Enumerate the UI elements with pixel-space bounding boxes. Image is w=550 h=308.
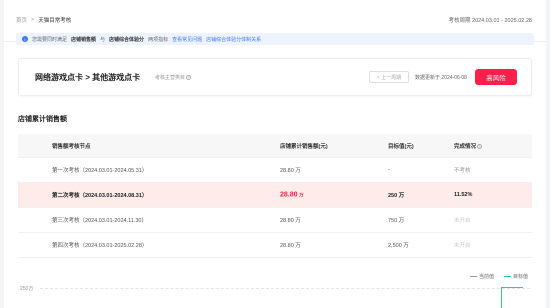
row-node: 第三次考核（2024.03.01-2024.11.30） <box>52 218 147 224</box>
table-row: 第一次考核（2024.03.01-2024.05.31） 28.80 万 - 不… <box>18 158 532 183</box>
legend-target-line <box>503 276 511 278</box>
table-header: 销售额考核节点 店铺累计销售额(元) 目标值(元) 完成情况? <box>18 134 532 158</box>
row-node: 第一次考核（2024.03.01-2024.05.31） <box>52 168 148 174</box>
help-icon[interactable]: ? <box>186 75 192 81</box>
previous-period-button[interactable]: < 上一周期 <box>369 71 409 83</box>
legend-current-line <box>469 276 477 278</box>
page: 首页 > 天猫目常考核 考核周期 2024.03.01 - 2025.02.28… <box>4 0 546 308</box>
faq-link[interactable]: 查看常见问题 <box>172 36 202 43</box>
data-updated-text: 数据更新于 2024-06-08 <box>415 75 467 81</box>
breadcrumb-separator: > <box>31 17 35 23</box>
category-card: 网络游戏点卡 > 其他游戏点卡 考核主营类目? < 上一周期 数据更新于 202… <box>18 58 532 96</box>
legend-target-label: 目标值 <box>512 274 528 280</box>
table-row: 第四次考核（2024.03.01-2025.02.28） 28.80 万 2,5… <box>18 233 532 258</box>
row-sales-unit: 万 <box>299 192 304 198</box>
row-target: 2,500 万 <box>388 243 409 249</box>
risk-level-badge: 高风险 <box>475 69 517 85</box>
breadcrumb-home[interactable]: 首页 <box>16 16 27 24</box>
help-icon[interactable]: ? <box>477 143 483 149</box>
row-sales-value: 28.80 <box>280 191 298 199</box>
notice-requirement-sales: 店铺销售额 <box>71 36 97 43</box>
row-target: - <box>388 167 390 173</box>
assessment-period: 考核周期 2024.03.01 - 2025.02.28 <box>448 18 532 24</box>
table-row: 第三次考核（2024.03.01-2024.11.30） 28.80 万 750… <box>18 208 532 233</box>
table-row-highlight: 第二次考核（2024.03.01-2024.08.31） 28.80 万 250… <box>18 183 532 208</box>
header-sales: 店铺累计销售额(元) <box>280 143 328 150</box>
chart-target-line <box>501 287 523 308</box>
breadcrumb: 首页 > 天猫目常考核 <box>16 16 71 24</box>
header-status: 完成情况? <box>454 142 483 150</box>
row-sales: 28.80 万 <box>280 218 301 224</box>
info-icon: i <box>22 36 28 42</box>
row-target: 250 万 <box>388 193 405 199</box>
row-status: 11.52% <box>454 192 473 198</box>
notice-requirement-score: 店铺综合体验分 <box>109 36 145 43</box>
row-sales: 28.80 万 <box>280 168 301 174</box>
notice-tail: 两项指标 <box>148 36 169 43</box>
row-status: 未开启 <box>454 218 471 224</box>
header-status-text: 完成情况 <box>454 143 477 150</box>
legend-current[interactable]: 当前值 <box>469 273 494 280</box>
header-node: 销售额考核节点 <box>52 143 91 150</box>
category-title: 网络游戏点卡 > 其他游戏点卡 <box>35 73 141 82</box>
section-title: 店铺累计销售额 <box>18 116 67 123</box>
row-sales: 28.80 万 <box>280 243 301 249</box>
chart-legend: 当前值 目标值 <box>469 273 528 280</box>
header-target: 目标值(元) <box>388 143 414 150</box>
notice-bar: i 您需要同时满足 店铺销售额 与 店铺综合体验分 两项指标 查看常见问题 店铺… <box>16 33 534 45</box>
category-subtitle: 考核主营类目? <box>155 74 192 81</box>
row-status: 不考核 <box>454 168 471 174</box>
notice-and: 与 <box>100 36 106 43</box>
row-sales: 28.80 万 <box>280 192 304 199</box>
row-target: 750 万 <box>388 218 405 224</box>
score-relation-link[interactable]: 店铺综合体验分体制关系 <box>206 36 261 43</box>
row-status: 未开启 <box>454 243 471 249</box>
notice-lead: 您需要同时满足 <box>32 36 68 43</box>
chart-gridline <box>40 288 530 289</box>
legend-current-label: 当前值 <box>478 274 494 280</box>
sales-table: 销售额考核节点 店铺累计销售额(元) 目标值(元) 完成情况? 第一次考核（20… <box>18 134 532 258</box>
legend-target[interactable]: 目标值 <box>503 273 528 280</box>
row-node: 第四次考核（2024.03.01-2025.02.28） <box>52 243 148 249</box>
category-subtitle-text: 考核主营类目 <box>155 75 186 81</box>
chart-y-tick: 250万 <box>20 286 34 292</box>
breadcrumb-current: 天猫目常考核 <box>38 18 72 24</box>
row-node: 第二次考核（2024.03.01-2024.08.31） <box>52 193 148 199</box>
